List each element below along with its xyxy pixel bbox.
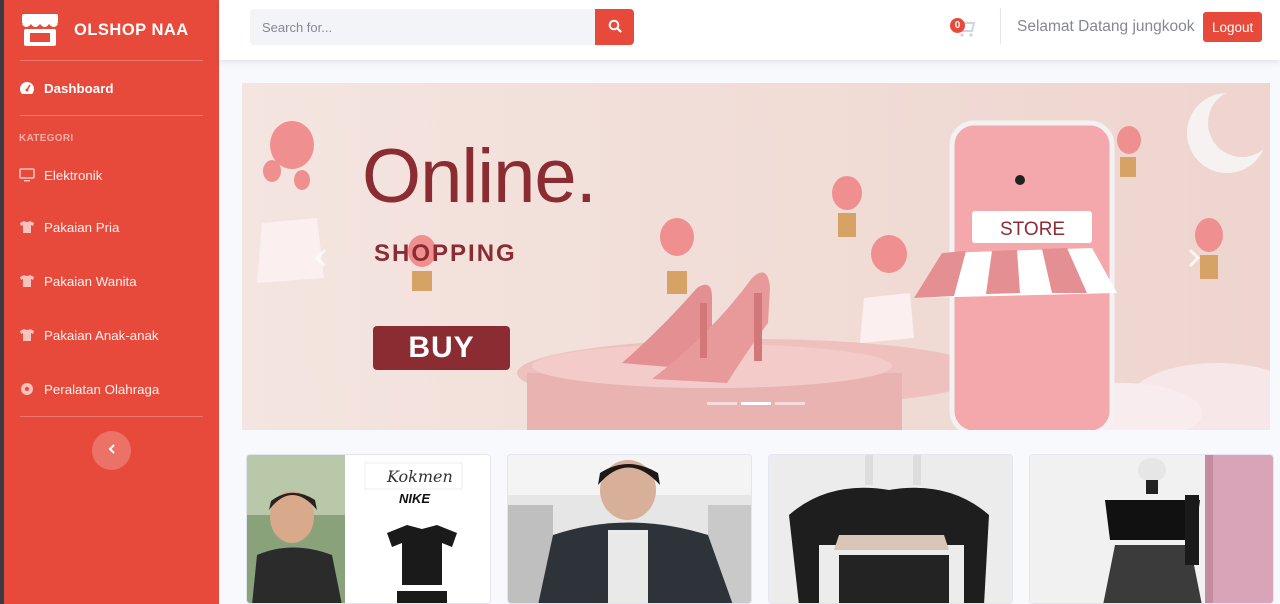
- sidebar-toggle-wrap: [4, 417, 219, 470]
- cart-count-badge: 0: [950, 18, 965, 33]
- carousel-prev-arrow[interactable]: [312, 247, 330, 269]
- sidebar-item-label: Pakaian Pria: [44, 219, 120, 235]
- banner-carousel[interactable]: STORE Online. SHOPPING BUY: [242, 83, 1270, 430]
- product-brand-tag: Kokmen: [386, 467, 453, 486]
- tachometer-icon: [19, 81, 35, 95]
- carousel-next-arrow[interactable]: [1185, 247, 1203, 269]
- logout-button[interactable]: Logout: [1203, 12, 1263, 42]
- sidebar-toggle-button[interactable]: [92, 431, 131, 470]
- brand-name: OLSHOP NAA: [74, 20, 189, 39]
- sidebar-item-label: Elektronik: [44, 167, 103, 183]
- welcome-text: Selamat Datang jungkook: [1017, 18, 1195, 35]
- carousel-indicator[interactable]: [707, 402, 737, 405]
- banner-subtitle: SHOPPING: [374, 240, 517, 267]
- tshirt-icon: [19, 220, 35, 234]
- store-icon: [20, 14, 60, 46]
- banner-title: Online.: [362, 134, 597, 219]
- brand-link[interactable]: OLSHOP NAA: [4, 0, 219, 60]
- product-image: [508, 455, 751, 603]
- product-card[interactable]: [1029, 454, 1274, 604]
- cart-button[interactable]: 0: [950, 16, 976, 40]
- product-card[interactable]: [768, 454, 1013, 604]
- product-card[interactable]: Kokmen NIKE: [246, 454, 491, 604]
- nav-dashboard-label: Dashboard: [44, 80, 114, 96]
- chevron-left-icon: [107, 442, 117, 460]
- sidebar-item-label: Peralatan Olahraga: [44, 381, 160, 397]
- sidebar-item-peralatan-olahraga[interactable]: Peralatan Olahraga: [4, 362, 219, 416]
- desktop-icon: [19, 168, 35, 182]
- banner-store-sign: STORE: [1000, 219, 1065, 240]
- banner-buy-button[interactable]: BUY: [373, 326, 510, 370]
- sidebar-item-pakaian-anak[interactable]: Pakaian Anak-anak: [4, 308, 219, 362]
- carousel-indicator[interactable]: [741, 402, 771, 405]
- search-form: [250, 9, 634, 45]
- search-input[interactable]: [250, 9, 595, 45]
- sidebar-item-elektronik[interactable]: Elektronik: [4, 150, 219, 200]
- sidebar-item-pakaian-pria[interactable]: Pakaian Pria: [4, 200, 219, 254]
- sidebar-item-pakaian-wanita[interactable]: Pakaian Wanita: [4, 254, 219, 308]
- product-card[interactable]: [507, 454, 752, 604]
- search-icon: [608, 19, 622, 36]
- topbar-divider: [1000, 8, 1001, 44]
- futbol-icon: [19, 382, 35, 396]
- sidebar-item-label: Pakaian Wanita: [44, 273, 137, 289]
- topbar: 0 Selamat Datang jungkook Logout: [219, 0, 1280, 60]
- nav-dashboard[interactable]: Dashboard: [4, 61, 219, 115]
- sidebar: OLSHOP NAA Dashboard KATEGORI Elektronik…: [0, 0, 219, 604]
- sidebar-item-label: Pakaian Anak-anak: [44, 327, 159, 343]
- carousel-indicator[interactable]: [775, 402, 805, 405]
- tshirt-icon: [19, 328, 35, 342]
- product-image: [1030, 455, 1273, 603]
- product-image: Kokmen NIKE: [247, 455, 490, 603]
- product-logo: NIKE: [399, 491, 430, 506]
- carousel-indicators: [707, 402, 805, 405]
- tshirt-icon: [19, 274, 35, 288]
- search-button[interactable]: [595, 9, 634, 45]
- product-image: [769, 455, 1012, 603]
